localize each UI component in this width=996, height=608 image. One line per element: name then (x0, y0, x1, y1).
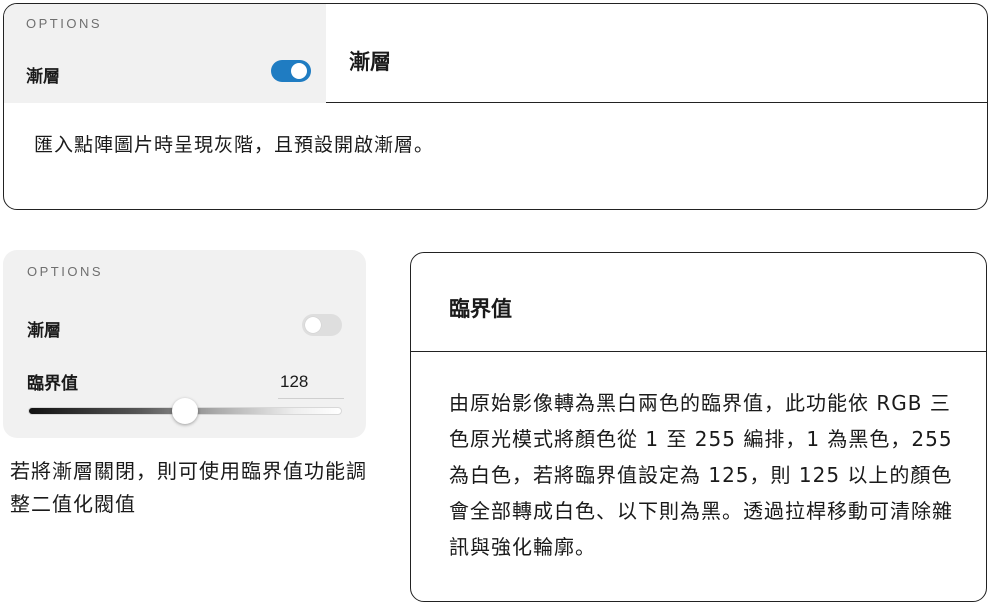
options-heading: OPTIONS (26, 16, 103, 31)
threshold-option-label: 臨界值 (27, 374, 78, 394)
gradient-card-header: OPTIONS 漸層 漸層 (4, 4, 987, 103)
gradient-card-title: 漸層 (349, 50, 391, 74)
threshold-caption: 若將漸層關閉，則可使用臨界值功能調整二值化閥值 (10, 459, 367, 516)
gradient-toggle[interactable] (271, 60, 311, 82)
options-panel: OPTIONS 漸層 (4, 4, 326, 103)
threshold-card-title: 臨界值 (449, 297, 512, 321)
gradient-option-label: 漸層 (26, 67, 60, 87)
gradient-toggle[interactable] (302, 314, 342, 336)
toggle-knob (291, 63, 307, 79)
card-divider (411, 351, 986, 352)
gradient-option-label: 漸層 (27, 321, 61, 341)
options-heading: OPTIONS (27, 264, 104, 279)
threshold-card-description: 由原始影像轉為黑白兩色的臨界值，此功能依 RGB 三色原光模式將顏色從 1 至 … (449, 391, 953, 559)
page: OPTIONS 漸層 漸層 匯入點陣圖片時呈現灰階，且預設開啟漸層。 OPTIO… (0, 0, 996, 608)
threshold-options-panel: OPTIONS 漸層 臨界值 128 (3, 250, 366, 438)
threshold-info-card: 臨界值 由原始影像轉為黑白兩色的臨界值，此功能依 RGB 三色原光模式將顏色從 … (410, 252, 987, 602)
threshold-value-input[interactable]: 128 (278, 369, 344, 399)
toggle-knob (305, 317, 321, 333)
gradient-info-card: OPTIONS 漸層 漸層 匯入點陣圖片時呈現灰階，且預設開啟漸層。 (3, 3, 988, 210)
threshold-slider-thumb[interactable] (172, 398, 198, 424)
gradient-card-description: 匯入點陣圖片時呈現灰階，且預設開啟漸層。 (34, 134, 435, 156)
